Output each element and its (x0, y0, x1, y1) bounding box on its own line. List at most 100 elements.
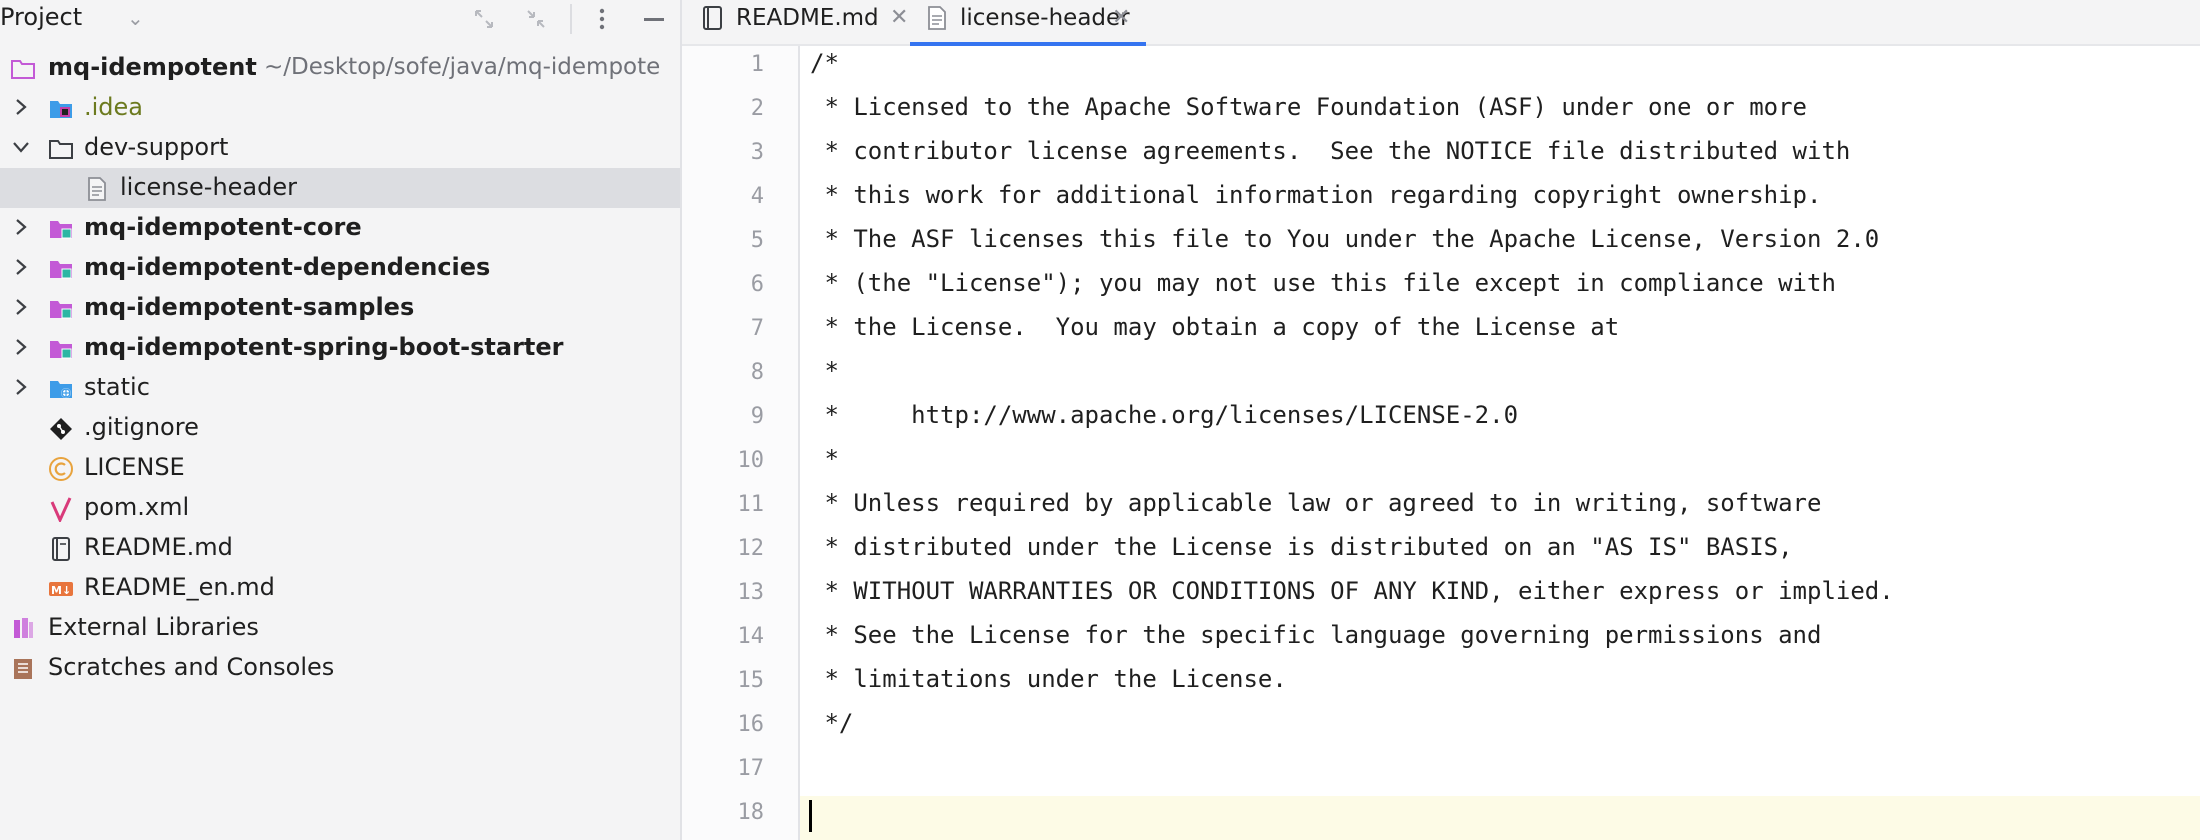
line-number: 13 (737, 580, 765, 605)
license-icon (48, 456, 74, 482)
editor-area: README.md ✕ license-header ✕ 1 2 3 4 5 6 7 8 9 10… (682, 0, 2200, 840)
module-folder-icon (48, 336, 74, 362)
git-icon (48, 416, 74, 442)
tree-item-scratches-and-consoles[interactable]: Scratches and Consoles (0, 648, 680, 688)
markdown-book-icon (48, 536, 74, 562)
tree-item-mq-idempotent-core[interactable]: mq-idempotent-core (0, 208, 680, 248)
module-folder-icon (48, 256, 74, 282)
tree-item-license-header[interactable]: license-header (0, 168, 680, 208)
tree-item-readme-md[interactable]: README.md (0, 528, 680, 568)
tree-item-label: pom.xml (84, 493, 190, 521)
chevron-right-icon[interactable] (10, 256, 32, 278)
tree-item-mq-idempotent-dependencies[interactable]: mq-idempotent-dependencies (0, 248, 680, 288)
tree-item-label: mq-idempotent-spring-boot-starter (84, 333, 564, 361)
code-line[interactable]: * http://www.apache.org/licenses/LICENSE… (810, 401, 1518, 429)
code-line[interactable]: * Unless required by applicable law or a… (810, 489, 1821, 517)
code-line[interactable]: /* (810, 49, 839, 77)
tree-item-mq-idempotent-spring-boot-starter[interactable]: mq-idempotent-spring-boot-starter (0, 328, 680, 368)
code-line[interactable]: * (810, 445, 838, 473)
tree-item-gitignore[interactable]: .gitignore (0, 408, 680, 448)
tree-item-label: LICENSE (84, 453, 185, 481)
tree-item-readme-en-md[interactable]: M↓ README_en.md (0, 568, 680, 608)
project-tool-window: Project ⌄ mq-idempotent ~/Desktop/sofe/j… (0, 0, 682, 840)
tab-license-header[interactable]: license-header ✕ (910, 0, 1146, 46)
tree-item-dev-support[interactable]: dev-support (0, 128, 680, 168)
svg-text:M↓: M↓ (51, 584, 71, 597)
folder-icon (48, 136, 74, 162)
line-number: 4 (750, 184, 764, 209)
line-number: 7 (750, 316, 764, 341)
folder-icon (10, 56, 36, 82)
tree-item-label: mq-idempotent (48, 53, 257, 81)
tree-item-label: license-header (120, 173, 297, 201)
tree-item-label: README_en.md (84, 573, 275, 601)
tab-readme-md[interactable]: README.md ✕ (694, 0, 912, 44)
chevron-right-icon[interactable] (10, 376, 32, 398)
line-number: 3 (750, 140, 764, 165)
code-line[interactable]: * (the "License"); you may not use this … (810, 269, 1835, 297)
line-number: 9 (750, 404, 764, 429)
module-folder-icon (48, 296, 74, 322)
tree-item-pom-xml[interactable]: pom.xml (0, 488, 680, 528)
tree-item-mq-idempotent-samples[interactable]: mq-idempotent-samples (0, 288, 680, 328)
line-number: 16 (737, 712, 765, 737)
code-line[interactable]: * WITHOUT WARRANTIES OR CONDITIONS OF AN… (810, 577, 1893, 605)
tree-item-label: mq-idempotent-dependencies (84, 253, 491, 281)
project-panel-title[interactable]: Project (0, 3, 82, 31)
line-number: 5 (750, 228, 764, 253)
tree-item-label: mq-idempotent-samples (84, 293, 415, 321)
code-line[interactable]: * distributed under the License is distr… (810, 533, 1792, 561)
tab-label: README.md (736, 5, 879, 31)
chevron-down-icon[interactable] (10, 136, 32, 158)
line-number: 8 (750, 360, 764, 385)
chevron-right-icon[interactable] (10, 96, 32, 118)
code-line[interactable]: */ (810, 709, 853, 737)
idea-folder-icon (48, 96, 74, 122)
chevron-right-icon[interactable] (10, 216, 32, 238)
code-line[interactable]: * (810, 357, 838, 385)
chevron-down-icon[interactable]: ⌄ (127, 6, 144, 30)
line-number: 14 (737, 624, 765, 649)
tree-item-label: README.md (84, 533, 233, 561)
tree-item-external-libraries[interactable]: External Libraries (0, 608, 680, 648)
web-folder-icon (48, 376, 74, 402)
tree-item-label: External Libraries (48, 613, 259, 641)
tree-item-label: dev-support (84, 133, 229, 161)
line-number: 11 (737, 492, 765, 517)
project-path: ~/Desktop/sofe/java/mq-idempote (264, 54, 661, 80)
code-line[interactable]: * The ASF licenses this file to You unde… (810, 225, 1879, 253)
project-panel-header: Project ⌄ (0, 0, 680, 38)
line-number: 1 (750, 52, 764, 77)
tree-item-label: mq-idempotent-core (84, 213, 362, 241)
line-number: 6 (750, 272, 764, 297)
chevron-right-icon[interactable] (10, 296, 32, 318)
close-icon[interactable]: ✕ (1112, 5, 1130, 30)
tree-item-license[interactable]: LICENSE (0, 448, 680, 488)
tree-item-idea[interactable]: .idea (0, 88, 680, 128)
minimize-icon[interactable] (640, 5, 668, 33)
current-line-highlight (800, 796, 2200, 840)
tab-label: license-header (960, 5, 1130, 31)
chevron-right-icon[interactable] (10, 336, 32, 358)
line-number: 15 (737, 668, 765, 693)
code-line[interactable]: * limitations under the License. (810, 665, 1286, 693)
markdown-book-icon (700, 4, 726, 32)
expand-all-icon[interactable] (470, 5, 498, 33)
code-line[interactable]: * Licensed to the Apache Software Founda… (810, 93, 1807, 121)
text-file-icon (84, 176, 110, 202)
tree-item-mq-idempotent[interactable]: mq-idempotent ~/Desktop/sofe/java/mq-ide… (0, 48, 680, 88)
tree-item-label: Scratches and Consoles (48, 653, 335, 681)
tree-item-static[interactable]: static (0, 368, 680, 408)
close-icon[interactable]: ✕ (890, 5, 908, 30)
code-line[interactable]: * the License. You may obtain a copy of … (810, 313, 1619, 341)
line-number: 10 (737, 448, 765, 473)
module-folder-icon (48, 216, 74, 242)
collapse-all-icon[interactable] (522, 5, 550, 33)
code-line[interactable]: * See the License for the specific langu… (810, 621, 1821, 649)
code-line[interactable]: * contributor license agreements. See th… (810, 137, 1850, 165)
line-number: 17 (737, 756, 765, 781)
header-separator (570, 4, 572, 34)
scratches-icon (10, 656, 36, 682)
more-options-icon[interactable] (588, 5, 616, 33)
code-line[interactable]: * this work for additional information r… (810, 181, 1821, 209)
